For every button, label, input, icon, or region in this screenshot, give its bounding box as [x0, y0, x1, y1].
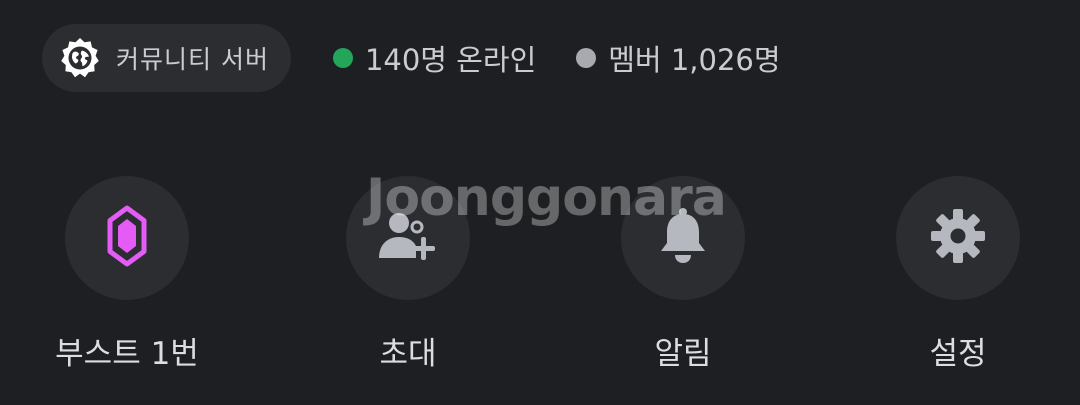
bell-icon [658, 207, 708, 269]
settings-button[interactable]: 설정 [858, 176, 1058, 373]
notifications-button[interactable]: 알림 [583, 176, 783, 373]
globe-badge-icon [58, 36, 102, 80]
gear-icon [929, 207, 987, 269]
boost-button-circle[interactable] [65, 176, 189, 300]
online-count: 140명 온라인 [332, 37, 537, 79]
invite-button-circle[interactable] [346, 176, 470, 300]
invite-button-label: 초대 [379, 336, 437, 372]
member-count-text: 멤버 1,026명 [608, 43, 781, 77]
member-status-dot [576, 48, 597, 68]
online-status-dot [332, 48, 353, 68]
boost-gem-icon [106, 205, 148, 271]
invite-button[interactable]: 초대 [308, 176, 508, 373]
settings-button-circle[interactable] [896, 176, 1020, 300]
server-actions: 부스트 1번 초대 알림 설정 [0, 176, 1080, 376]
server-header: 커뮤니티 서버 140명 온라인 멤버 1,026명 [42, 24, 781, 92]
boost-button[interactable]: 부스트 1번 [27, 176, 227, 373]
server-name-pill[interactable]: 커뮤니티 서버 [42, 24, 291, 92]
add-friend-icon [377, 210, 439, 266]
server-name-label: 커뮤니티 서버 [116, 45, 269, 74]
member-count: 멤버 1,026명 [576, 37, 781, 79]
notifications-button-circle[interactable] [621, 176, 745, 300]
online-count-text: 140명 온라인 [364, 43, 537, 77]
settings-button-label: 설정 [929, 336, 987, 372]
notifications-button-label: 알림 [654, 336, 712, 372]
boost-button-label: 부스트 1번 [55, 336, 199, 372]
